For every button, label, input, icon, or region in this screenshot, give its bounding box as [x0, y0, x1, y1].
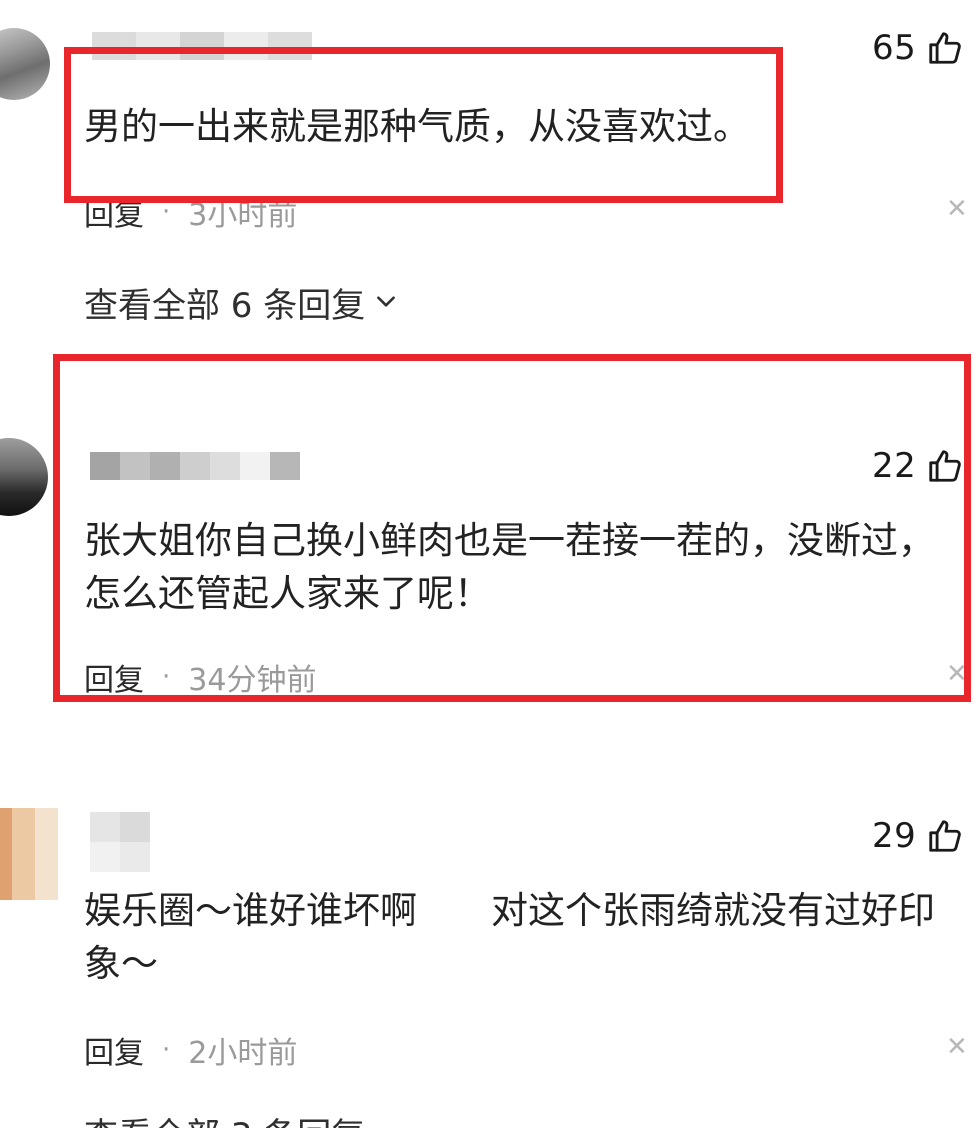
- avatar[interactable]: [0, 438, 48, 516]
- reply-button[interactable]: 回复: [84, 655, 144, 699]
- comment-time: 34分钟前: [188, 663, 317, 698]
- comment-meta: 回复 · 3小时前: [84, 190, 297, 234]
- thumbs-up-icon: [926, 447, 964, 485]
- like-button[interactable]: 29: [872, 816, 964, 856]
- comment-feed: 65 男的一出来就是那种气质，从没喜欢过。 回复 · 3小时前 ✕ 查看全部 6…: [0, 0, 978, 1128]
- comment-meta: 回复 · 2小时前: [84, 1028, 297, 1072]
- reply-button[interactable]: 回复: [84, 190, 144, 234]
- comment-text: 娱乐圈～谁好谁坏啊 对这个张雨绮就没有过好印 象～: [84, 884, 935, 990]
- chevron-down-icon: [373, 283, 399, 323]
- comment-line: 象～: [84, 942, 158, 985]
- view-all-label: 查看全部 3 条回复: [84, 1108, 365, 1128]
- reply-button[interactable]: 回复: [84, 1028, 144, 1072]
- username-blurred[interactable]: [92, 32, 312, 60]
- like-count: 65: [872, 28, 917, 68]
- comment-line: 张大姐你自己换小鲜肉也是一茬接一茬的，没断过，: [84, 519, 935, 562]
- avatar[interactable]: [0, 808, 58, 900]
- avatar[interactable]: [0, 28, 50, 100]
- comment-line: 男的一出来就是那种气质，从没喜欢过。: [84, 105, 750, 148]
- comment-meta: 回复 · 34分钟前: [84, 655, 316, 699]
- close-icon[interactable]: ✕: [946, 194, 968, 224]
- like-count: 22: [872, 446, 917, 486]
- close-icon[interactable]: ✕: [946, 659, 968, 689]
- like-button[interactable]: 22: [872, 446, 964, 486]
- comment-time: 3小时前: [188, 198, 298, 233]
- like-count: 29: [872, 816, 917, 856]
- separator-dot: ·: [162, 197, 171, 227]
- thumbs-up-icon: [926, 29, 964, 67]
- thumbs-up-icon: [926, 817, 964, 855]
- username-blurred[interactable]: [90, 452, 300, 480]
- view-all-label: 查看全部 6 条回复: [84, 286, 366, 326]
- comment-text: 张大姐你自己换小鲜肉也是一茬接一茬的，没断过， 怎么还管起人家来了呢！: [84, 514, 935, 620]
- comment-line: 娱乐圈～谁好谁坏啊 对这个张雨绮就没有过好印: [84, 889, 935, 932]
- username-blurred[interactable]: [90, 812, 150, 872]
- comment-line: 怎么还管起人家来了呢！: [84, 572, 491, 615]
- close-icon[interactable]: ✕: [946, 1032, 968, 1062]
- view-all-replies[interactable]: 查看全部 6 条回复: [84, 278, 399, 327]
- comment-text: 男的一出来就是那种气质，从没喜欢过。: [84, 100, 750, 153]
- comment-time: 2小时前: [188, 1036, 298, 1071]
- like-button[interactable]: 65: [872, 28, 964, 68]
- separator-dot: ·: [162, 1035, 171, 1065]
- separator-dot: ·: [162, 662, 171, 692]
- view-all-replies[interactable]: 查看全部 3 条回复: [84, 1108, 365, 1128]
